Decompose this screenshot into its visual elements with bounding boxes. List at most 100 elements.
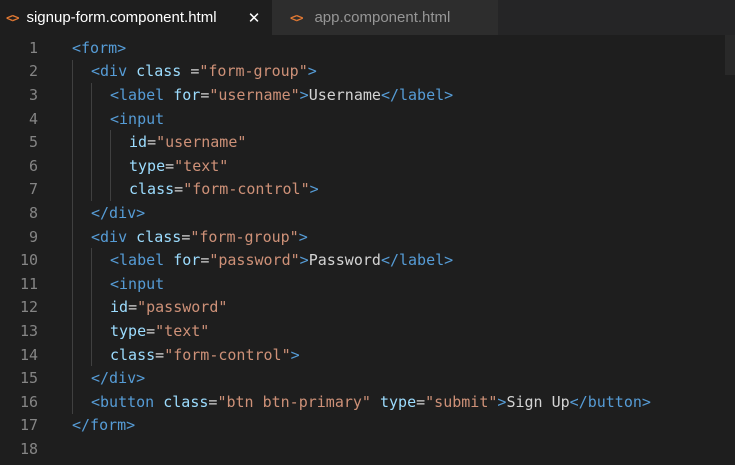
token-tag: </div>	[91, 369, 146, 388]
line-number: 15	[19, 369, 38, 388]
token-tag: <input	[110, 109, 165, 128]
minimap-slider[interactable]	[725, 35, 735, 75]
code-line[interactable]: 1 <form>	[0, 36, 720, 60]
code-text: class = "form-control" >	[110, 343, 300, 367]
line-number: 1	[28, 38, 38, 57]
token-attr: class	[136, 62, 191, 81]
indent-guide	[91, 248, 92, 272]
indent-guide	[110, 154, 111, 178]
token-attr: class	[129, 180, 175, 199]
code-text: </div>	[91, 201, 145, 225]
indent-guide	[91, 319, 92, 343]
indent-guide	[72, 106, 73, 131]
token-text: Sign Up	[506, 392, 570, 411]
token-text: =	[200, 251, 210, 270]
editor-tab-bar: <> signup-form.component.html ✕ <> app.c…	[0, 0, 735, 35]
code-editor[interactable]: 1 <form> 2 <div class = "form-group" >3 <label…	[0, 35, 735, 465]
token-string: "text"	[174, 156, 229, 175]
token-tag: <input	[110, 274, 165, 293]
token-string: "password"	[137, 298, 228, 317]
code-line[interactable]: 11 <input	[0, 272, 720, 296]
token-tag: </label>	[380, 85, 454, 104]
indent-guide	[72, 83, 73, 107]
code-line[interactable]: 17 </form>	[0, 414, 720, 438]
indent-guide	[72, 248, 73, 272]
token-tag: <div	[91, 227, 137, 246]
indent-guide	[91, 154, 92, 178]
token-attr: id	[129, 133, 148, 152]
code-line[interactable]: 14 class = "form-control" >	[0, 342, 720, 367]
line-number: 9	[28, 227, 38, 246]
close-icon[interactable]: ✕	[246, 9, 262, 27]
token-text: Password	[308, 251, 381, 270]
code-line[interactable]: 2 <div class = "form-group" >	[0, 59, 720, 84]
token-tag: </div>	[91, 203, 146, 222]
line-number: 10	[19, 251, 38, 270]
token-tag: <button	[91, 392, 164, 411]
code-line[interactable]: 8 </div>	[0, 201, 720, 225]
code-line[interactable]: 15 </div>	[0, 366, 720, 390]
token-tag: </button>	[569, 392, 651, 411]
code-line[interactable]: 13 type = "text"	[0, 319, 720, 343]
token-tag: >	[298, 227, 308, 246]
code-line[interactable]: 10 <label for = "password" > Password </label>	[0, 248, 720, 272]
indent-guide	[110, 130, 111, 154]
indent-guide	[72, 130, 73, 154]
line-number: 6	[28, 156, 38, 175]
token-tag: >	[497, 392, 507, 411]
code-line[interactable]: 16 <button class = "btn btn-primary" type = "…	[0, 390, 720, 414]
token-text: =	[174, 180, 184, 199]
line-number: 3	[28, 85, 38, 104]
indent-guide	[72, 59, 73, 84]
indent-guide	[72, 272, 73, 296]
indent-guide	[72, 201, 73, 225]
token-attr: class	[110, 345, 156, 364]
token-text: =	[181, 227, 191, 246]
token-string: "username"	[156, 133, 247, 152]
line-number: 2	[28, 62, 38, 81]
code-line[interactable]: 18	[0, 437, 720, 461]
code-line[interactable]: 7 class = "form-control" >	[0, 177, 720, 202]
token-tag: >	[299, 251, 309, 270]
html-file-icon: <>	[290, 10, 303, 25]
token-text: =	[190, 62, 200, 81]
token-string: "text"	[155, 321, 210, 340]
token-string: "password"	[209, 251, 300, 270]
tab-signup-form-component[interactable]: <> signup-form.component.html ✕	[0, 0, 272, 35]
code-text: <button class = "btn btn-primary" type = "su…	[91, 390, 651, 414]
token-string: "form-group"	[199, 62, 308, 81]
token-tag: >	[299, 85, 309, 104]
code-text: id = "username"	[129, 130, 246, 154]
code-line[interactable]: 3 <label for = "username" > Username </label>	[0, 83, 720, 107]
token-tag: <label	[110, 251, 174, 270]
minimap[interactable]	[725, 35, 735, 465]
token-attr: type	[129, 156, 166, 175]
token-text: =	[155, 345, 165, 364]
token-tag: >	[309, 180, 319, 199]
token-text: =	[416, 392, 426, 411]
token-text: =	[165, 156, 175, 175]
code-line[interactable]: 6 type = "text"	[0, 154, 720, 178]
code-line[interactable]: 4 <input	[0, 106, 720, 131]
line-number: 18	[19, 439, 38, 458]
tab-label: signup-form.component.html	[26, 9, 217, 26]
indent-guide	[91, 106, 92, 131]
code-text: <input	[110, 272, 164, 296]
indent-guide	[110, 177, 111, 202]
code-text: class = "form-control" >	[129, 178, 319, 202]
line-number: 12	[19, 298, 38, 317]
token-attr: type	[380, 392, 417, 411]
tab-label: app.component.html	[314, 9, 451, 26]
indent-guide	[72, 224, 73, 249]
token-string: "btn btn-primary"	[217, 392, 371, 411]
code-line[interactable]: 12 id = "password"	[0, 295, 720, 320]
code-line[interactable]: 9 <div class = "form-group" >	[0, 224, 720, 249]
token-text: Username	[308, 85, 381, 104]
token-attr: class	[163, 392, 209, 411]
indent-guide	[91, 342, 92, 367]
line-number: 16	[19, 392, 38, 411]
code-text: <form>	[72, 36, 126, 60]
tab-app-component[interactable]: <> app.component.html	[272, 0, 498, 35]
code-line[interactable]: 5 id = "username"	[0, 130, 720, 154]
code-text: <div class = "form-group" >	[91, 225, 308, 249]
